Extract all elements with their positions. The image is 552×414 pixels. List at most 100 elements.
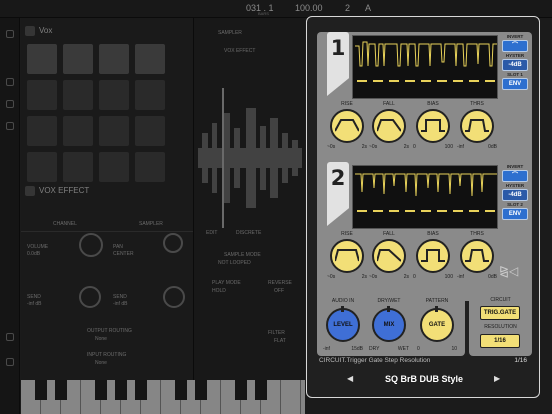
envelope-slot-2: 2 INVERT ⌒ HYSTER -4dB SLOT 2 ENV RISE F… [317, 162, 532, 301]
drum-pad[interactable] [99, 80, 129, 110]
drum-pad[interactable] [63, 116, 93, 146]
volume-value: 0.0dB [27, 251, 41, 257]
send-a-knob[interactable] [79, 286, 101, 308]
pattern-label: PATTERN [425, 298, 449, 304]
drum-pad[interactable] [63, 44, 93, 74]
bias-knob[interactable] [416, 239, 450, 273]
filter-label: FILTER [268, 330, 285, 336]
preset-selector: ◀ SQ BrB DUB Style ▶ [319, 371, 531, 389]
envelope-slot-1: 1 INVERT ⌒ HYSTER -4dB SLOT 1 ENV RISE F… [317, 32, 532, 171]
play-mode-value[interactable]: HOLD [212, 288, 226, 294]
track-title: Vox [25, 26, 52, 36]
speaker-icon[interactable]: ⧎◁ [499, 264, 518, 278]
circuit-selector[interactable]: TRIG.GATE [480, 306, 520, 320]
fall-label: FALL [383, 231, 395, 237]
send-a-value: -inf dB [27, 301, 42, 307]
send-b-label: SEND [113, 294, 127, 300]
pan-label: PAN [113, 244, 123, 250]
tab-channel[interactable]: CHANNEL [53, 221, 77, 227]
next-preset-arrow-icon[interactable]: ▶ [494, 374, 500, 383]
audio-mix-pattern-box: AUDIO IN DRY/WET PATTERN LEVEL MIX GATE … [317, 294, 465, 356]
circuit-label: CIRCUIT [490, 297, 511, 303]
hyster-value[interactable]: -4dB [502, 189, 528, 201]
app-screen: 031 . 1 BARS 100.00 2 A Vox VOX EFFECT C… [0, 0, 552, 414]
mix-knob[interactable]: MIX [372, 306, 406, 342]
bias-knob[interactable] [416, 109, 450, 143]
tempo-display[interactable]: 100.00 [295, 3, 323, 13]
drum-pad[interactable] [135, 44, 165, 74]
settings-icon[interactable] [6, 30, 14, 38]
key-display[interactable]: A [365, 3, 371, 13]
slot-number-tab: 1 [327, 32, 349, 96]
edit-button[interactable]: EDIT [206, 230, 217, 236]
input-routing-value[interactable]: None [95, 360, 107, 366]
hand-icon[interactable] [6, 358, 14, 366]
sampler-panel: SAMPLER VOX EFFECT EDIT DISCRETE SAMPLE … [193, 18, 305, 414]
envelope-scope-2 [352, 165, 498, 229]
bias-label: BIAS [427, 101, 439, 107]
rise-label: RISE [341, 101, 353, 107]
time-signature[interactable]: 2 [345, 3, 350, 13]
drum-pad[interactable] [63, 80, 93, 110]
level-knob[interactable]: LEVEL [326, 306, 360, 342]
output-routing-value[interactable]: None [95, 336, 107, 342]
gate-plugin-window: 1 INVERT ⌒ HYSTER -4dB SLOT 1 ENV RISE F… [306, 16, 540, 398]
sample-mode-value[interactable]: NOT LOOPED [218, 260, 251, 266]
reverse-value[interactable]: OFF [274, 288, 284, 294]
fall-knob[interactable] [372, 239, 406, 273]
drum-pad[interactable] [99, 152, 129, 182]
resolution-selector[interactable]: 1/16 [480, 334, 520, 348]
discrete-button[interactable]: DISCRETE [236, 230, 261, 236]
grid-icon[interactable] [6, 122, 14, 130]
play-mode-label: PLAY MODE [212, 280, 241, 286]
preset-name[interactable]: SQ BrB DUB Style [349, 374, 499, 384]
rise-knob[interactable] [330, 109, 364, 143]
tab-sampler[interactable]: SAMPLER [139, 221, 163, 227]
drum-pad[interactable] [27, 152, 57, 182]
track-icon [25, 26, 35, 36]
drum-pad[interactable] [27, 80, 57, 110]
sampler-effect-name: VOX EFFECT [224, 48, 256, 54]
send-b-knob[interactable] [163, 286, 185, 308]
drum-pad[interactable] [99, 44, 129, 74]
envelope-scope-1 [352, 35, 498, 99]
track-panel: Vox VOX EFFECT CHANNEL SAMPLER VOLUME 0. [21, 18, 193, 414]
filter-value[interactable]: FLAT [274, 338, 286, 344]
sample-waveform[interactable] [198, 88, 302, 228]
left-toolbar [0, 18, 20, 414]
drum-pad[interactable] [99, 116, 129, 146]
volume-knob[interactable] [79, 233, 103, 257]
thrs-label: THRS [470, 231, 484, 237]
audio-in-label: AUDIO IN [331, 298, 355, 304]
input-routing-label: INPUT ROUTING [87, 352, 127, 358]
invert-toggle[interactable]: ⌒ [502, 170, 528, 182]
env-button[interactable]: ENV [502, 208, 528, 220]
rise-knob[interactable] [330, 239, 364, 273]
slot-number-tab: 2 [327, 162, 349, 226]
piano-keyboard[interactable] [21, 380, 305, 414]
wave-icon[interactable] [6, 100, 14, 108]
drum-pad[interactable] [27, 44, 57, 74]
drum-pad[interactable] [63, 152, 93, 182]
drum-pad[interactable] [135, 152, 165, 182]
drum-pad[interactable] [135, 80, 165, 110]
wave-invert-icon: ⌒ [511, 173, 518, 179]
drum-pad[interactable] [27, 116, 57, 146]
pan-knob[interactable] [163, 233, 183, 253]
drum-pad[interactable] [135, 116, 165, 146]
thrs-label: THRS [470, 101, 484, 107]
keys-icon[interactable] [6, 333, 14, 341]
thrs-knob[interactable] [460, 239, 494, 273]
hyster-value[interactable]: -4dB [502, 59, 528, 71]
gate-knob[interactable]: GATE [420, 306, 454, 342]
rise-label: RISE [341, 231, 353, 237]
dry-wet-label: DRY/WET [377, 298, 401, 304]
fall-knob[interactable] [372, 109, 406, 143]
thrs-knob[interactable] [460, 109, 494, 143]
invert-toggle[interactable]: ⌒ [502, 40, 528, 52]
sampler-title: SAMPLER [218, 30, 242, 36]
mixer-icon[interactable] [6, 78, 14, 86]
bar-counter-unit: BARS [258, 11, 269, 16]
env-button[interactable]: ENV [502, 78, 528, 90]
fall-label: FALL [383, 101, 395, 107]
